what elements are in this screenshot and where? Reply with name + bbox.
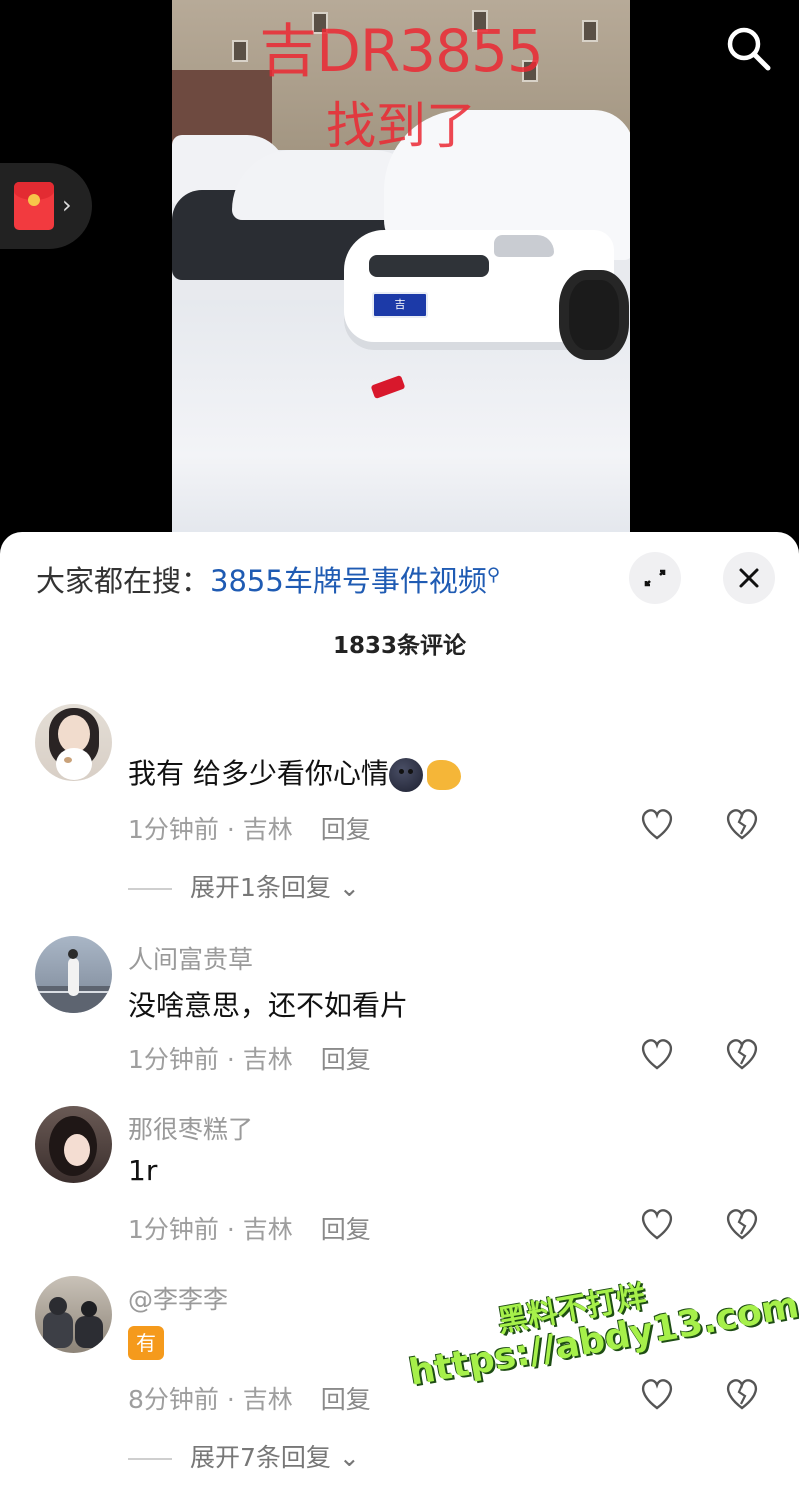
expand-icon bbox=[644, 569, 666, 587]
avatar[interactable] bbox=[35, 936, 112, 1013]
divider-line bbox=[128, 1458, 172, 1460]
close-icon bbox=[739, 568, 759, 588]
comment-location: 吉林 bbox=[242, 815, 293, 844]
comment-meta: 1分钟前 · 吉林 回复 bbox=[128, 1045, 371, 1074]
chevron-right-icon: › bbox=[62, 191, 72, 219]
comment-time: 1分钟前 bbox=[128, 815, 219, 844]
avatar-image bbox=[49, 1116, 97, 1176]
video-caption-line1: 吉DR3855 bbox=[259, 17, 544, 85]
license-plate: 吉DR3855 bbox=[372, 292, 428, 333]
hot-search-link[interactable]: 3855车牌号事件视频 bbox=[210, 564, 487, 598]
comment-location: 吉林 bbox=[242, 1215, 293, 1244]
reply-button[interactable]: 回复 bbox=[321, 815, 371, 844]
broken-heart-icon bbox=[726, 809, 758, 840]
comment-sheet: 大家都在搜：3855车牌号事件视频⚲ 1833条评论 我有 给多少看你心情 1分… bbox=[0, 532, 799, 1494]
search-button[interactable] bbox=[720, 20, 776, 76]
avatar[interactable] bbox=[35, 1106, 112, 1183]
avatar-image bbox=[49, 708, 99, 780]
pointing-hand-emoji-icon bbox=[426, 760, 461, 790]
comment-location: 吉林 bbox=[242, 1385, 293, 1414]
search-small-icon: ⚲ bbox=[486, 564, 501, 586]
comment-text: 我有 给多少看你心情 bbox=[128, 752, 461, 792]
search-icon bbox=[727, 27, 771, 71]
comment-time: 1分钟前 bbox=[128, 1215, 219, 1244]
comment-text-content: 我有 给多少看你心情 bbox=[128, 757, 389, 790]
expand-replies-label: 展开7条回复 bbox=[190, 1443, 331, 1472]
comment-location: 吉林 bbox=[242, 1045, 293, 1074]
comment-username[interactable]: 人间富贵草 bbox=[128, 940, 253, 976]
broken-heart-icon bbox=[726, 1209, 758, 1240]
red-envelope-button[interactable]: › bbox=[0, 163, 92, 249]
dislike-button[interactable] bbox=[722, 804, 762, 844]
avatar[interactable] bbox=[35, 1276, 112, 1353]
avatar[interactable] bbox=[35, 704, 112, 781]
chevron-down-icon: ⌄ bbox=[338, 873, 360, 902]
heart-icon bbox=[641, 1209, 673, 1240]
video-frame[interactable]: 吉DR3855 吉DR3855 找到了 bbox=[172, 0, 630, 560]
reply-button[interactable]: 回复 bbox=[321, 1215, 371, 1244]
like-button[interactable] bbox=[637, 1374, 677, 1414]
chevron-down-icon: ⌄ bbox=[338, 1443, 360, 1472]
comment-meta: 8分钟前 · 吉林 回复 bbox=[128, 1385, 371, 1414]
expand-button[interactable] bbox=[629, 552, 681, 604]
expand-replies-button[interactable]: 展开1条回复 ⌄ bbox=[128, 868, 360, 904]
comment-time: 8分钟前 bbox=[128, 1385, 219, 1414]
comment-meta: 1分钟前 · 吉林 回复 bbox=[128, 1215, 371, 1244]
hot-search-bar[interactable]: 大家都在搜：3855车牌号事件视频⚲ bbox=[36, 558, 500, 600]
comment-count: 1833条评论 bbox=[332, 633, 466, 659]
divider-line bbox=[128, 888, 172, 890]
dislike-button[interactable] bbox=[722, 1374, 762, 1414]
comment-text: 1r bbox=[128, 1154, 158, 1187]
broken-heart-icon bbox=[726, 1039, 758, 1070]
broken-heart-icon bbox=[726, 1379, 758, 1410]
dislike-button[interactable] bbox=[722, 1204, 762, 1244]
sticker-badge: 有 bbox=[128, 1326, 164, 1360]
red-envelope-icon bbox=[14, 182, 54, 230]
hot-search-prefix: 大家都在搜： bbox=[36, 564, 211, 598]
expand-replies-button[interactable]: 展开7条回复 ⌄ bbox=[128, 1438, 360, 1474]
comment-text: 有 bbox=[128, 1324, 164, 1360]
video-caption-line2: 找到了 bbox=[326, 97, 476, 155]
comment-time: 1分钟前 bbox=[128, 1045, 219, 1074]
comment-text: 没啥意思，还不如看片 bbox=[128, 989, 409, 1022]
comment-username[interactable]: 那很枣糕了 bbox=[128, 1110, 253, 1146]
like-button[interactable] bbox=[637, 1034, 677, 1074]
heart-icon bbox=[641, 1039, 673, 1070]
comment-username[interactable]: @李李李 bbox=[128, 1280, 228, 1316]
reply-button[interactable]: 回复 bbox=[321, 1045, 371, 1074]
comment-meta: 1分钟前 · 吉林 回复 bbox=[128, 815, 371, 844]
video-player[interactable]: 吉DR3855 吉DR3855 找到了 › bbox=[0, 0, 799, 560]
heart-icon bbox=[641, 809, 673, 840]
dislike-button[interactable] bbox=[722, 1034, 762, 1074]
reply-button[interactable]: 回复 bbox=[321, 1385, 371, 1414]
avatar-image bbox=[43, 1297, 103, 1348]
avatar-image bbox=[35, 949, 112, 1013]
like-button[interactable] bbox=[637, 1204, 677, 1244]
expand-replies-label: 展开1条回复 bbox=[190, 873, 331, 902]
heart-icon bbox=[641, 1379, 673, 1410]
like-button[interactable] bbox=[637, 804, 677, 844]
close-button[interactable] bbox=[723, 552, 775, 604]
dark-face-emoji-icon bbox=[388, 758, 423, 792]
